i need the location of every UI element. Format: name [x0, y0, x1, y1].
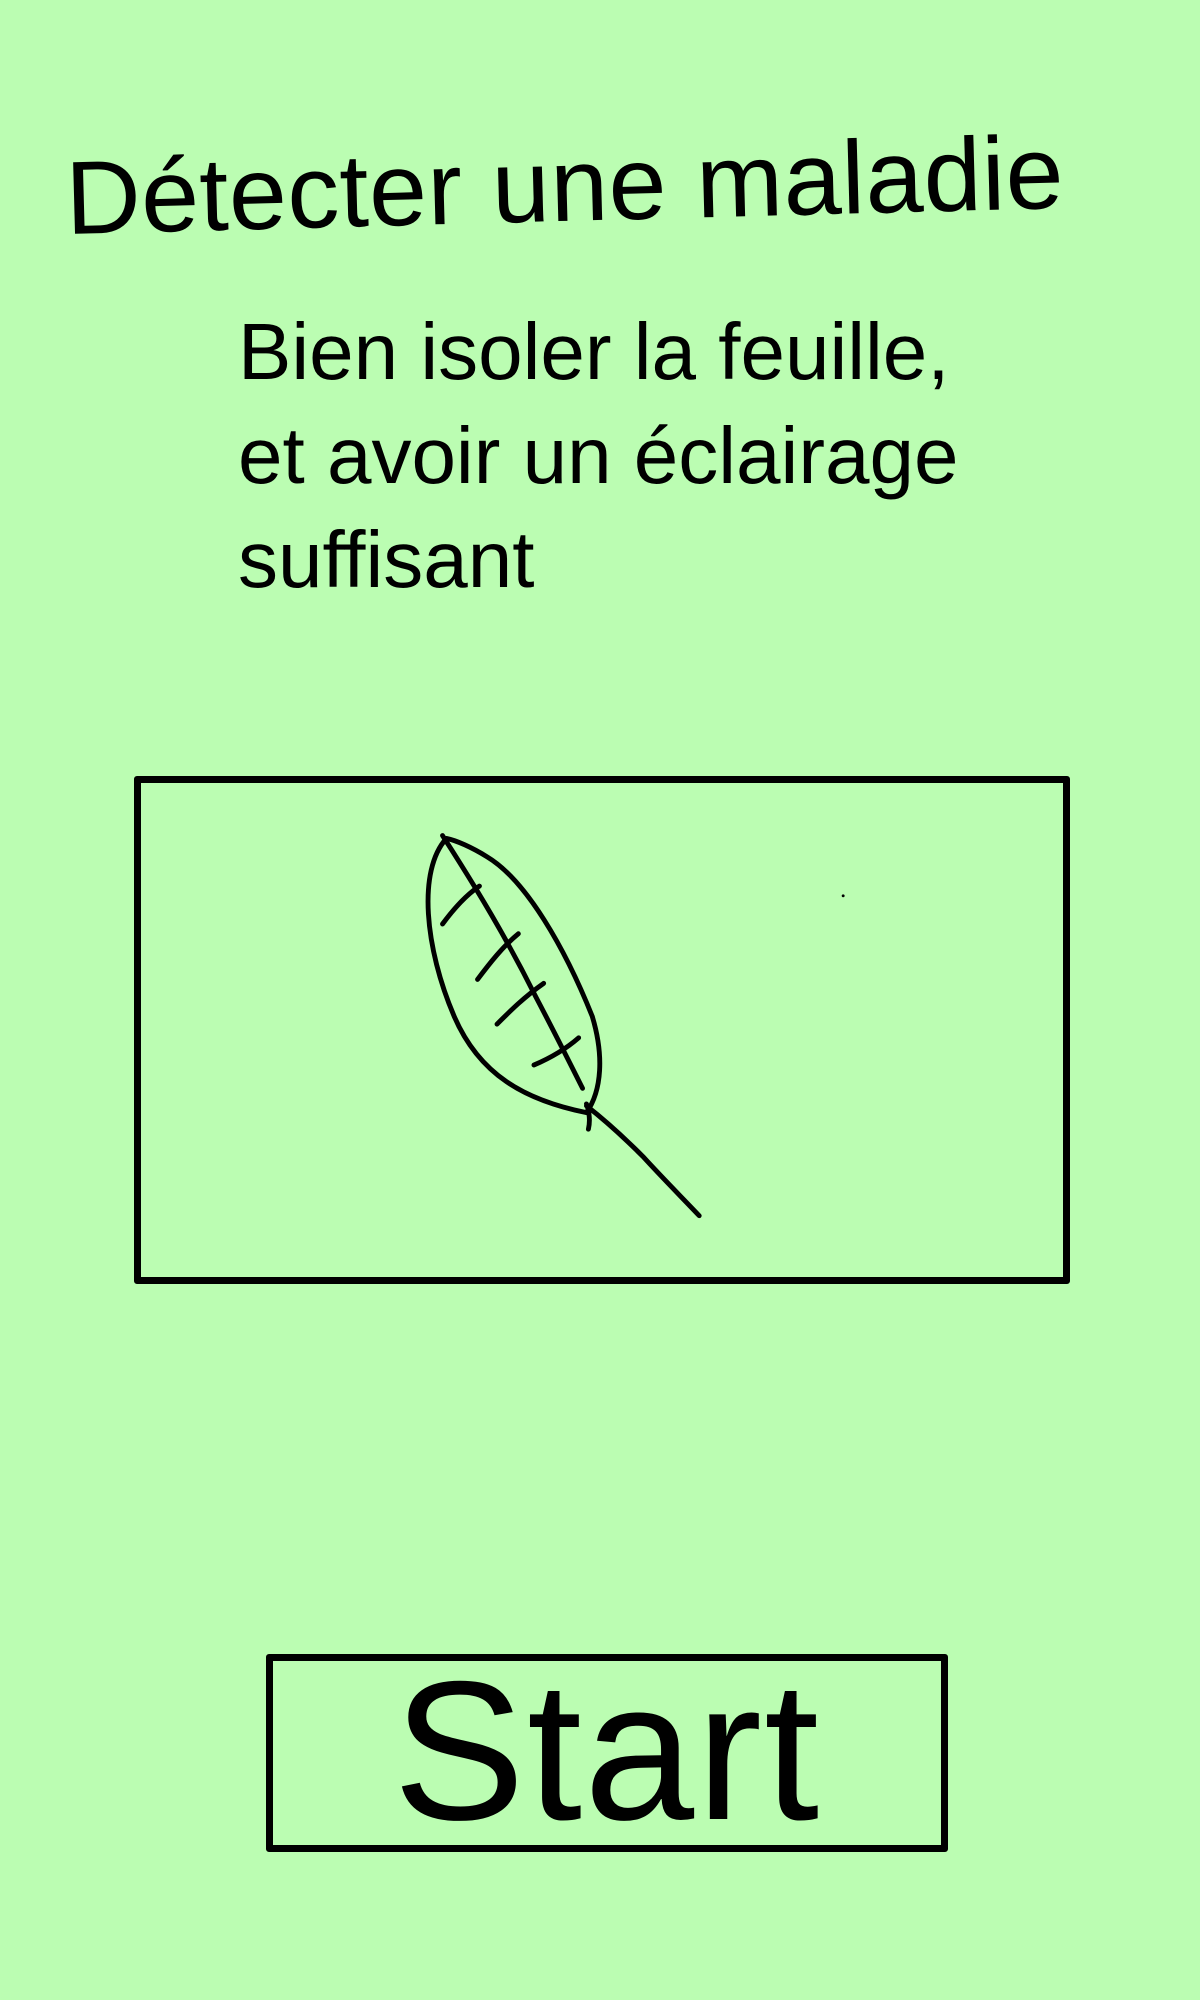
instruction-line: suffisant	[238, 515, 535, 604]
start-button[interactable]: Start	[266, 1641, 948, 1861]
instruction-line: Bien isoler la feuille,	[238, 307, 950, 396]
leaf-vein	[440, 883, 482, 927]
leaf-vein	[531, 1035, 582, 1068]
instructions-text: Bien isoler la feuille, et avoir un écla…	[238, 300, 1138, 612]
instruction-line: et avoir un éclairage	[238, 411, 959, 500]
start-button-label: Start	[392, 1640, 822, 1861]
page-title: Détecter une maladie	[64, 114, 1066, 257]
speck	[841, 894, 845, 898]
leaf-icon	[425, 833, 845, 1219]
leaf-vein	[494, 980, 547, 1027]
leaf-stem	[584, 1101, 702, 1219]
camera-preview-frame	[134, 776, 1070, 1284]
